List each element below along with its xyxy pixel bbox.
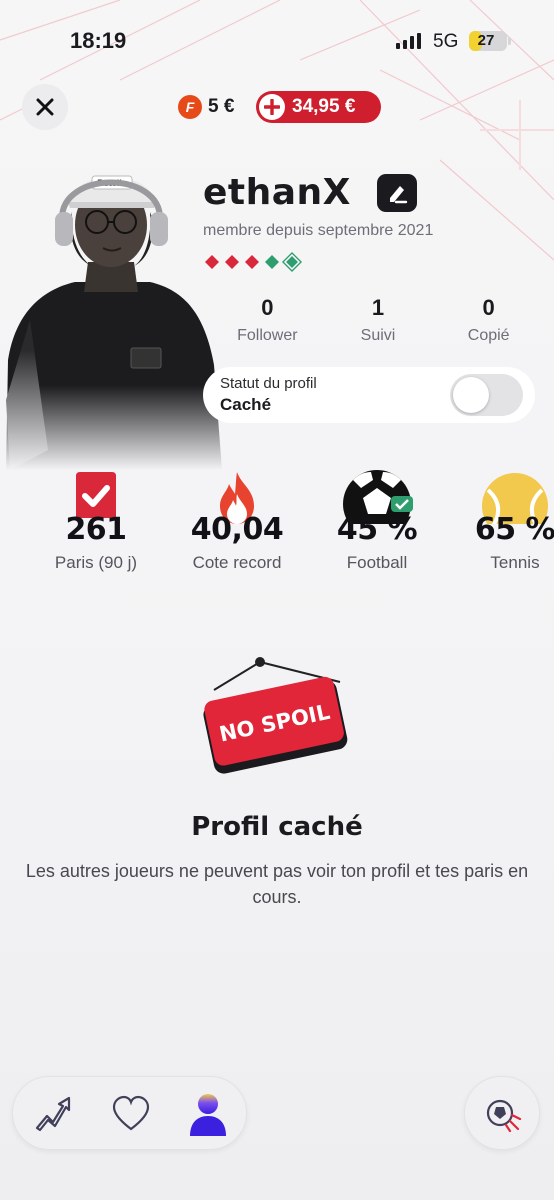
stat-label: Cote record <box>192 553 282 572</box>
toggle-knob <box>453 377 489 413</box>
counter-label: Suivi <box>360 327 396 344</box>
edit-profile-button[interactable] <box>377 174 417 212</box>
following-counter[interactable]: 1 Suivi <box>323 295 434 345</box>
status-bar: 18:19 5G 27 <box>0 0 554 80</box>
stat-value: 261 <box>65 512 127 547</box>
balance-deposit-button[interactable]: 34,95 € <box>256 91 381 123</box>
level-indicator <box>205 252 302 272</box>
counter-label: Copié <box>467 327 510 344</box>
freebet-icon: F <box>178 95 202 119</box>
freebet-balance[interactable]: F 5 € <box>178 94 234 120</box>
counter-value: 0 <box>482 295 495 320</box>
stat-label: Football <box>346 553 408 572</box>
hidden-profile-title: Profil caché <box>191 812 363 842</box>
nav-profile-button[interactable] <box>185 1091 231 1137</box>
stat-value: 45 % <box>336 512 418 547</box>
battery-tip <box>508 37 511 45</box>
copied-counter[interactable]: 0 Copié <box>433 295 544 345</box>
social-counters: 0 Follower 1 Suivi 0 Copié <box>212 295 544 345</box>
profile-status-title: Statut du profil <box>220 375 317 392</box>
battery-level: 27 <box>477 32 495 49</box>
level-diamond <box>205 255 219 269</box>
freebet-amount: 5 € <box>208 96 235 117</box>
profile-icon <box>190 1094 226 1136</box>
nav-stats-button[interactable] <box>30 1091 76 1137</box>
fire-ball-icon <box>486 1099 522 1133</box>
followers-counter[interactable]: 0 Follower <box>212 295 323 345</box>
level-diamond <box>245 255 259 269</box>
nav-favorites-button[interactable] <box>108 1091 154 1137</box>
counter-value: 0 <box>261 295 274 320</box>
quick-bet-button[interactable] <box>464 1076 540 1150</box>
stat-value: 65 % <box>474 512 554 547</box>
edit-pencil-icon <box>390 186 408 204</box>
close-icon <box>36 98 54 116</box>
network-type: 5G <box>433 31 459 52</box>
stat-label: Tennis <box>490 553 540 572</box>
counter-value: 1 <box>371 295 385 320</box>
counter-label: Follower <box>237 327 298 344</box>
member-since: membre depuis septembre 2021 <box>203 222 434 239</box>
hidden-profile-description: Les autres joueurs ne peuvent pas voir t… <box>25 861 529 907</box>
stats-carousel[interactable]: 261 Paris (90 j) 40,04 Cote record 45 % … <box>0 470 554 580</box>
cellular-signal-icon <box>396 33 421 49</box>
stat-value: 40,04 <box>190 512 284 547</box>
avatar: Betclic <box>6 175 222 470</box>
battery-icon: 27 <box>469 31 507 51</box>
trend-chart-icon <box>35 1096 71 1132</box>
profile-visibility-toggle[interactable] <box>450 374 523 416</box>
bottom-navigation <box>12 1076 247 1150</box>
plus-icon <box>259 94 285 120</box>
status-time: 18:19 <box>70 28 127 53</box>
close-button[interactable] <box>22 84 68 130</box>
heart-icon <box>112 1095 150 1131</box>
profile-status-card: Statut du profil Caché <box>203 367 535 423</box>
profile-status-value: Caché <box>220 395 272 414</box>
level-diamond <box>265 255 279 269</box>
username: ethanX <box>203 172 351 213</box>
balance-amount: 34,95 € <box>292 96 356 117</box>
level-diamond <box>225 255 239 269</box>
no-spoil-sign: NO SPOIL <box>203 657 348 774</box>
stat-label: Paris (90 j) <box>54 553 138 572</box>
